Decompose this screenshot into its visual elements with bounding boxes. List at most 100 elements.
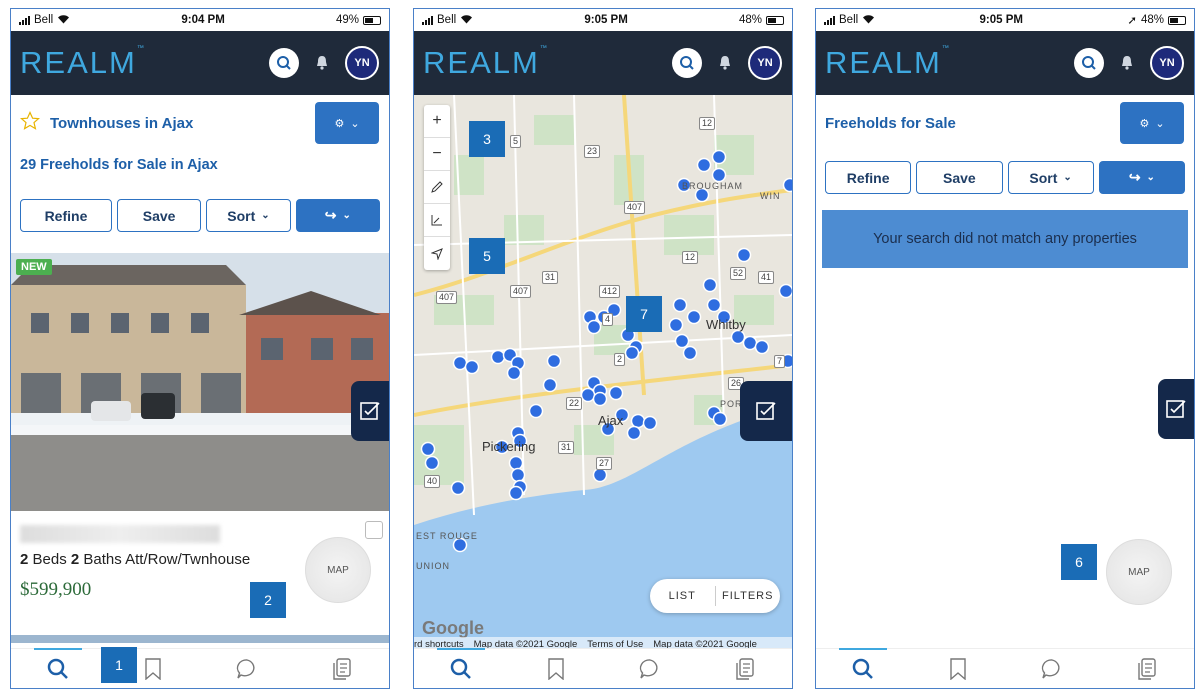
listing-map-pin[interactable] bbox=[782, 177, 793, 193]
nav-documents-icon[interactable] bbox=[326, 653, 358, 685]
chevron-down-icon: ⌄ bbox=[350, 117, 360, 130]
chevron-down-icon: ⌄ bbox=[261, 210, 270, 221]
refine-button[interactable]: Refine bbox=[20, 199, 112, 232]
listing-map-pin[interactable] bbox=[510, 467, 526, 483]
share-dropdown-button[interactable]: ↪ ⌄ bbox=[1098, 161, 1185, 194]
save-button[interactable]: Save bbox=[116, 199, 202, 232]
bell-icon[interactable] bbox=[313, 53, 331, 73]
listing-map-pin[interactable] bbox=[450, 480, 466, 496]
nav-bookmark-icon[interactable] bbox=[942, 653, 974, 685]
nav-bookmark-icon[interactable] bbox=[540, 653, 572, 685]
listing-map-pin[interactable] bbox=[668, 317, 684, 333]
listing-map-pin[interactable] bbox=[702, 277, 718, 293]
save-button[interactable]: Save bbox=[916, 161, 1003, 194]
bottom-nav bbox=[11, 647, 389, 688]
listing-map-pin[interactable] bbox=[742, 335, 758, 351]
share-arrow-icon: ↪ bbox=[1128, 169, 1141, 185]
share-dropdown-button[interactable]: ↪ ⌄ bbox=[295, 199, 381, 232]
no-results-message: Your search did not match any properties bbox=[822, 210, 1188, 268]
listing-map-pin[interactable] bbox=[711, 167, 727, 183]
listing-map-pin[interactable] bbox=[706, 297, 722, 313]
listing-map-pin[interactable] bbox=[490, 349, 506, 365]
nav-chat-icon[interactable] bbox=[1036, 653, 1068, 685]
search-icon[interactable] bbox=[1074, 48, 1104, 78]
listing-map-pin[interactable] bbox=[542, 377, 558, 393]
zoom-in-button[interactable]: + bbox=[424, 105, 450, 138]
listing-map-pin[interactable] bbox=[546, 353, 562, 369]
listing-map-pin[interactable] bbox=[672, 297, 688, 313]
nav-bookmark-icon[interactable] bbox=[137, 653, 169, 685]
bell-icon[interactable] bbox=[716, 53, 734, 73]
listing-map-pin[interactable] bbox=[754, 339, 770, 355]
road-number-label: 407 bbox=[624, 201, 646, 214]
map-view[interactable]: Pickering Ajax Whitby BROUGHAM PORT WIN … bbox=[414, 95, 792, 651]
compare-checklist-button[interactable] bbox=[351, 381, 389, 441]
compare-checklist-button[interactable] bbox=[1158, 379, 1194, 439]
avatar[interactable]: YN bbox=[1150, 46, 1184, 80]
nav-search-icon[interactable] bbox=[34, 647, 83, 685]
draw-area-icon[interactable] bbox=[424, 204, 450, 237]
avatar[interactable]: YN bbox=[748, 46, 782, 80]
listing-map-pin[interactable] bbox=[464, 359, 480, 375]
place-label: Ajax bbox=[598, 413, 624, 428]
listing-map-pin[interactable] bbox=[608, 385, 624, 401]
star-icon[interactable] bbox=[19, 111, 41, 135]
realm-logo[interactable]: REALM™ bbox=[825, 45, 949, 81]
map-toggle-button[interactable]: MAP bbox=[1106, 539, 1172, 605]
search-icon[interactable] bbox=[672, 48, 702, 78]
listing-map-pin[interactable] bbox=[592, 391, 608, 407]
sort-button[interactable]: Sort ⌄ bbox=[1007, 161, 1094, 194]
listing-map-pin[interactable] bbox=[506, 365, 522, 381]
realm-logo[interactable]: REALM™ bbox=[20, 45, 144, 81]
search-icon[interactable] bbox=[269, 48, 299, 78]
listing-map-pin[interactable] bbox=[626, 425, 642, 441]
results-count: 29 Freeholds for Sale in Ajax bbox=[20, 157, 218, 173]
bell-icon[interactable] bbox=[1118, 53, 1136, 73]
listing-map-pin[interactable] bbox=[712, 411, 728, 427]
listing-map-pin[interactable] bbox=[686, 309, 702, 325]
nav-search-icon[interactable] bbox=[437, 647, 486, 685]
compare-checklist-button[interactable] bbox=[740, 381, 792, 441]
filters-button[interactable]: FILTERS bbox=[716, 590, 781, 602]
gear-icon: ⚙ bbox=[334, 117, 345, 130]
listing-map-pin[interactable] bbox=[508, 485, 524, 501]
zoom-out-button[interactable]: − bbox=[424, 138, 450, 171]
listing-map-pin[interactable] bbox=[630, 413, 646, 429]
nav-chat-icon[interactable] bbox=[231, 653, 263, 685]
listing-map-pin[interactable] bbox=[682, 345, 698, 361]
listing-map-pin[interactable] bbox=[528, 403, 544, 419]
listing-map-pin[interactable] bbox=[420, 441, 436, 457]
road-number-label: 12 bbox=[699, 117, 716, 130]
listing-photo[interactable]: NEW bbox=[11, 253, 389, 511]
locate-me-icon[interactable] bbox=[424, 237, 450, 270]
nav-chat-icon[interactable] bbox=[634, 653, 666, 685]
map-toggle-button[interactable]: MAP bbox=[305, 537, 371, 603]
settings-dropdown-button[interactable]: ⚙ ⌄ bbox=[1120, 102, 1184, 144]
listing-map-pin[interactable] bbox=[642, 415, 658, 431]
refine-button[interactable]: Refine bbox=[825, 161, 912, 194]
sort-button[interactable]: Sort ⌄ bbox=[206, 199, 291, 232]
realm-logo[interactable]: REALM™ bbox=[423, 45, 547, 81]
nav-search-icon[interactable] bbox=[839, 647, 888, 685]
listing-map-pin[interactable] bbox=[452, 355, 468, 371]
listing-map-pin[interactable] bbox=[508, 455, 524, 471]
listing-map-pin[interactable] bbox=[674, 333, 690, 349]
listing-map-pin[interactable] bbox=[586, 319, 602, 335]
listing-map-pin[interactable] bbox=[424, 455, 440, 471]
listing-map-pin[interactable] bbox=[592, 467, 608, 483]
avatar[interactable]: YN bbox=[345, 46, 379, 80]
draw-pencil-icon[interactable] bbox=[424, 171, 450, 204]
settings-dropdown-button[interactable]: ⚙ ⌄ bbox=[315, 102, 379, 144]
nav-documents-icon[interactable] bbox=[1131, 653, 1163, 685]
listing-map-pin[interactable] bbox=[624, 345, 640, 361]
listing-map-pin[interactable] bbox=[736, 247, 752, 263]
listing-map-pin[interactable] bbox=[696, 157, 712, 173]
listing-map-pin[interactable] bbox=[730, 329, 746, 345]
listing-map-pin[interactable] bbox=[778, 283, 793, 299]
listing-map-pin[interactable] bbox=[711, 149, 727, 165]
road-number-label: 407 bbox=[436, 291, 458, 304]
nav-documents-icon[interactable] bbox=[729, 653, 761, 685]
listing-map-pin[interactable] bbox=[580, 387, 596, 403]
list-view-button[interactable]: LIST bbox=[650, 590, 715, 602]
listing-select-checkbox[interactable] bbox=[365, 521, 383, 539]
